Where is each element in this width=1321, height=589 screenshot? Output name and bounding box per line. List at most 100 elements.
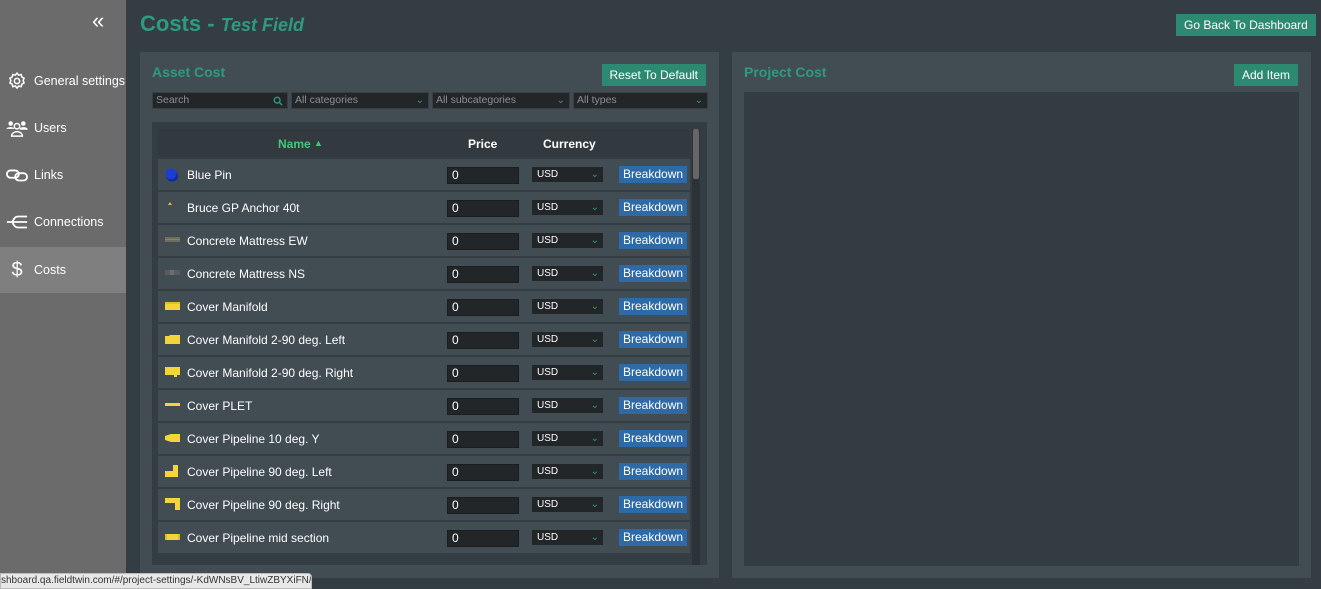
currency-value: USD bbox=[537, 532, 559, 543]
collapse-sidebar-button[interactable]: « bbox=[92, 10, 104, 32]
chevron-down-icon: ⌄ bbox=[590, 334, 599, 345]
breakdown-button[interactable]: Breakdown bbox=[619, 529, 688, 546]
price-input[interactable]: 0 bbox=[447, 233, 519, 250]
currency-select[interactable]: USD ⌄ bbox=[532, 365, 603, 380]
status-bar-url: shboard.qa.fieldtwin.com/#/project-setti… bbox=[0, 573, 312, 589]
page-title: Costs - Test Field bbox=[140, 11, 304, 37]
table-row: Cover PLET 0 USD ⌄ Breakdown bbox=[158, 390, 690, 423]
column-header-price[interactable]: Price bbox=[468, 137, 497, 151]
table-row: Concrete Mattress NS 0 USD ⌄ Breakdown bbox=[158, 258, 690, 291]
column-header-name[interactable]: Name ▲ bbox=[278, 137, 323, 151]
column-header-currency[interactable]: Currency bbox=[543, 137, 596, 151]
breakdown-button[interactable]: Breakdown bbox=[619, 397, 688, 414]
price-input[interactable]: 0 bbox=[447, 464, 519, 481]
go-back-to-dashboard-button[interactable]: Go Back To Dashboard bbox=[1176, 14, 1316, 36]
asset-name: Cover Manifold 2-90 deg. Left bbox=[187, 333, 346, 347]
search-placeholder: Search bbox=[156, 94, 190, 106]
sidebar-item-label: Links bbox=[34, 168, 64, 182]
table-row: Cover Manifold 0 USD ⌄ Breakdown bbox=[158, 291, 690, 324]
breakdown-button[interactable]: Breakdown bbox=[619, 232, 688, 249]
sidebar-item-links[interactable]: Links bbox=[0, 152, 126, 198]
price-input[interactable]: 0 bbox=[447, 530, 519, 547]
breakdown-button[interactable]: Breakdown bbox=[619, 463, 688, 480]
table-row: Cover Pipeline 10 deg. Y 0 USD ⌄ Breakdown bbox=[158, 423, 690, 456]
currency-value: USD bbox=[537, 301, 559, 312]
breakdown-button[interactable]: Breakdown bbox=[619, 265, 688, 282]
asset-name: Cover Pipeline 90 deg. Left bbox=[187, 465, 332, 479]
breakdown-button[interactable]: Breakdown bbox=[619, 199, 688, 216]
sidebar-item-costs[interactable]: $ Costs bbox=[0, 247, 126, 293]
table-row: Cover Pipeline 90 deg. Left 0 USD ⌄ Breakdow… bbox=[158, 456, 690, 489]
asset-name: Concrete Mattress EW bbox=[187, 234, 308, 248]
currency-select[interactable]: USD ⌄ bbox=[532, 530, 603, 545]
currency-select[interactable]: USD ⌄ bbox=[532, 431, 603, 446]
currency-select[interactable]: USD ⌄ bbox=[532, 200, 603, 215]
price-input[interactable]: 0 bbox=[447, 365, 519, 382]
price-input[interactable]: 0 bbox=[447, 431, 519, 448]
currency-select[interactable]: USD ⌄ bbox=[532, 332, 603, 347]
currency-select[interactable]: USD ⌄ bbox=[532, 398, 603, 413]
asset-cost-panel: Asset Cost Reset To Default Search All c… bbox=[140, 52, 719, 578]
currency-select[interactable]: USD ⌄ bbox=[532, 497, 603, 512]
reset-to-default-button[interactable]: Reset To Default bbox=[601, 64, 706, 86]
price-input[interactable]: 0 bbox=[447, 497, 519, 514]
cover-pipeline-mid-icon bbox=[165, 531, 180, 543]
price-input[interactable]: 0 bbox=[447, 332, 519, 349]
cover-pipeline-left-icon bbox=[165, 465, 180, 477]
categories-value: All categories bbox=[295, 94, 359, 106]
chevron-down-icon: ⌄ bbox=[590, 499, 599, 510]
project-cost-title: Project Cost bbox=[744, 64, 827, 80]
currency-value: USD bbox=[537, 235, 559, 246]
sidebar: « General settings Users Links Connectio… bbox=[0, 0, 126, 589]
price-input[interactable]: 0 bbox=[447, 167, 519, 184]
chevron-down-icon: ⌄ bbox=[590, 433, 599, 444]
cover-manifold-right-icon bbox=[165, 366, 180, 378]
sidebar-item-general-settings[interactable]: General settings bbox=[0, 58, 126, 104]
currency-value: USD bbox=[537, 400, 559, 411]
asset-name: Cover Pipeline 90 deg. Right bbox=[187, 498, 340, 512]
asset-name: Bruce GP Anchor 40t bbox=[187, 201, 300, 215]
types-select[interactable]: All types ⌄ bbox=[573, 92, 708, 109]
chevron-down-icon: ⌄ bbox=[590, 169, 599, 180]
sidebar-item-label: Users bbox=[34, 121, 67, 135]
table-scrollbar[interactable] bbox=[692, 129, 700, 565]
cover-pipeline-right-icon bbox=[165, 498, 180, 510]
breakdown-button[interactable]: Breakdown bbox=[619, 298, 688, 315]
currency-select[interactable]: USD ⌄ bbox=[532, 233, 603, 248]
breakdown-button[interactable]: Breakdown bbox=[619, 331, 688, 348]
currency-select[interactable]: USD ⌄ bbox=[532, 167, 603, 182]
types-value: All types bbox=[577, 94, 617, 106]
dollar-icon: $ bbox=[11, 258, 23, 281]
currency-select[interactable]: USD ⌄ bbox=[532, 299, 603, 314]
subcategories-select[interactable]: All subcategories ⌄ bbox=[432, 92, 570, 109]
breakdown-button[interactable]: Breakdown bbox=[619, 496, 688, 513]
link-icon bbox=[6, 164, 28, 186]
table-row: Bruce GP Anchor 40t 0 USD ⌄ Breakdown bbox=[158, 192, 690, 225]
breakdown-button[interactable]: Breakdown bbox=[619, 166, 688, 183]
asset-name: Cover Pipeline 10 deg. Y bbox=[187, 432, 320, 446]
currency-select[interactable]: USD ⌄ bbox=[532, 266, 603, 281]
project-cost-panel: Project Cost Add Item bbox=[732, 52, 1311, 578]
scrollbar-thumb[interactable] bbox=[693, 129, 699, 179]
add-item-button[interactable]: Add Item bbox=[1233, 64, 1298, 86]
currency-value: USD bbox=[537, 367, 559, 378]
price-input[interactable]: 0 bbox=[447, 398, 519, 415]
breakdown-button[interactable]: Breakdown bbox=[619, 364, 688, 381]
sort-ascending-icon: ▲ bbox=[314, 138, 323, 148]
price-input[interactable]: 0 bbox=[447, 266, 519, 283]
chevron-down-icon: ⌄ bbox=[590, 202, 599, 213]
asset-name: Cover PLET bbox=[187, 399, 253, 413]
currency-value: USD bbox=[537, 169, 559, 180]
search-input[interactable]: Search bbox=[152, 92, 288, 109]
cover-plet-icon bbox=[165, 399, 180, 411]
connections-icon bbox=[6, 211, 28, 233]
sidebar-item-connections[interactable]: Connections bbox=[0, 199, 126, 245]
breakdown-button[interactable]: Breakdown bbox=[619, 430, 688, 447]
asset-name: Cover Pipeline mid section bbox=[187, 531, 330, 545]
price-input[interactable]: 0 bbox=[447, 299, 519, 316]
sidebar-item-users[interactable]: Users bbox=[0, 105, 126, 151]
chevron-down-icon: ⌄ bbox=[590, 466, 599, 477]
price-input[interactable]: 0 bbox=[447, 200, 519, 217]
categories-select[interactable]: All categories ⌄ bbox=[291, 92, 429, 109]
currency-select[interactable]: USD ⌄ bbox=[532, 464, 603, 479]
